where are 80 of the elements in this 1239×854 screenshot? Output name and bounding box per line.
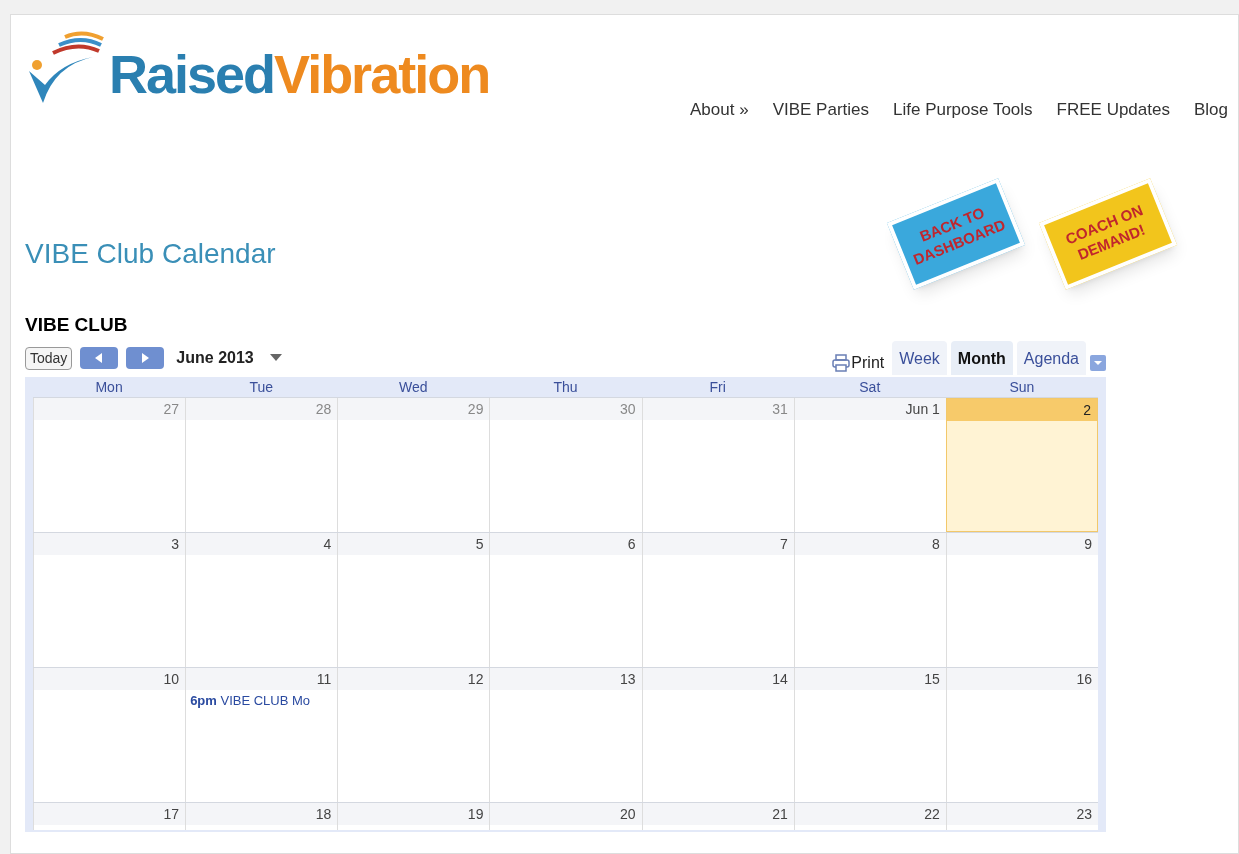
weekday-header: Sun <box>1008 378 1036 397</box>
day-number: 20 <box>490 803 642 825</box>
day-number: 6 <box>490 533 642 555</box>
day-cell[interactable]: 19 <box>337 803 490 830</box>
view-tab[interactable]: Agenda <box>1016 341 1086 375</box>
view-tab[interactable]: Week <box>892 341 947 375</box>
day-number: 14 <box>642 668 794 690</box>
day-cell[interactable]: 21 <box>641 803 794 830</box>
day-number: 9 <box>946 533 1098 555</box>
today-button[interactable]: Today <box>25 346 73 370</box>
logo-text: RaisedVibration <box>109 47 490 101</box>
day-number: 23 <box>946 803 1098 825</box>
weekday-header: Fri <box>708 378 727 397</box>
nav-link[interactable]: FREE Updates <box>1056 97 1170 123</box>
day-number: 16 <box>946 668 1098 690</box>
day-cell[interactable]: 13 <box>489 668 642 802</box>
day-number: 13 <box>490 668 642 690</box>
day-number: 17 <box>34 803 186 825</box>
day-number: 15 <box>794 668 946 690</box>
day-number: 2 <box>946 399 1097 421</box>
nav-link[interactable]: VIBE Parties <box>772 97 869 123</box>
day-cell[interactable]: 17 <box>33 803 186 830</box>
day-number: 8 <box>794 533 946 555</box>
day-cell[interactable]: 2 <box>945 398 1098 532</box>
day-cell[interactable]: 8 <box>793 533 946 667</box>
calendar-name: VIBE CLUB <box>25 312 129 337</box>
day-cell[interactable]: 23 <box>945 803 1098 830</box>
day-number: 29 <box>338 398 490 420</box>
weekday-header: Thu <box>552 378 579 397</box>
nav-link[interactable]: Life Purpose Tools <box>893 97 1033 123</box>
previous-button[interactable] <box>80 347 119 369</box>
day-number: 22 <box>794 803 946 825</box>
day-number: 28 <box>186 398 338 420</box>
day-cell[interactable]: Jun 1 <box>793 398 946 532</box>
right-arrow-icon <box>141 353 150 363</box>
left-arrow-icon <box>95 353 104 363</box>
nav-link[interactable]: About » <box>690 97 749 123</box>
day-number: 3 <box>34 533 186 555</box>
day-cell[interactable]: 5 <box>337 533 490 667</box>
weekday-header: Tue <box>248 378 274 397</box>
dropdown-icon[interactable] <box>1090 355 1106 371</box>
day-number: 10 <box>34 668 186 690</box>
day-number: 7 <box>642 533 794 555</box>
month-label: June 2013 <box>176 348 254 368</box>
day-cell[interactable]: 16 <box>945 668 1098 802</box>
day-number: 27 <box>34 398 186 420</box>
day-number: 12 <box>338 668 490 690</box>
day-number: 21 <box>642 803 794 825</box>
weekday-header: Sat <box>858 378 882 397</box>
view-tab[interactable]: Month <box>950 341 1013 375</box>
day-number: Jun 1 <box>794 398 946 420</box>
day-cell[interactable]: 7 <box>641 533 794 667</box>
day-number: 4 <box>186 533 338 555</box>
day-cell[interactable]: 12 <box>337 668 490 802</box>
day-cell[interactable]: 10 <box>33 668 186 802</box>
print-button[interactable]: Print <box>828 351 889 375</box>
printer-icon <box>832 354 851 372</box>
day-cell[interactable]: 11 6pm VIBE CLUB Mo <box>185 668 338 802</box>
nav-link[interactable]: Blog <box>1193 97 1228 123</box>
day-number: 31 <box>642 398 794 420</box>
day-cell[interactable]: 3 <box>33 533 186 667</box>
event-link[interactable]: 6pm VIBE CLUB Mo <box>186 691 338 711</box>
day-cell[interactable]: 20 <box>489 803 642 830</box>
day-cell[interactable]: 15 <box>793 668 946 802</box>
weekday-header: Mon <box>94 378 124 397</box>
day-cell[interactable]: 14 <box>641 668 794 802</box>
next-button[interactable] <box>126 347 165 369</box>
dropdown-icon[interactable] <box>269 354 282 362</box>
page-title: VIBE Club Calendar <box>25 236 276 271</box>
day-number: 30 <box>490 398 642 420</box>
day-cell[interactable]: 9 <box>945 533 1098 667</box>
day-number: 5 <box>338 533 490 555</box>
weekday-header: Wed <box>398 378 429 397</box>
day-cell[interactable]: 18 <box>185 803 338 830</box>
day-cell[interactable]: 6 <box>489 533 642 667</box>
day-number: 19 <box>338 803 490 825</box>
day-cell[interactable]: 22 <box>793 803 946 830</box>
day-cell[interactable]: 4 <box>185 533 338 667</box>
day-number: 11 <box>186 668 338 690</box>
day-number: 18 <box>186 803 338 825</box>
